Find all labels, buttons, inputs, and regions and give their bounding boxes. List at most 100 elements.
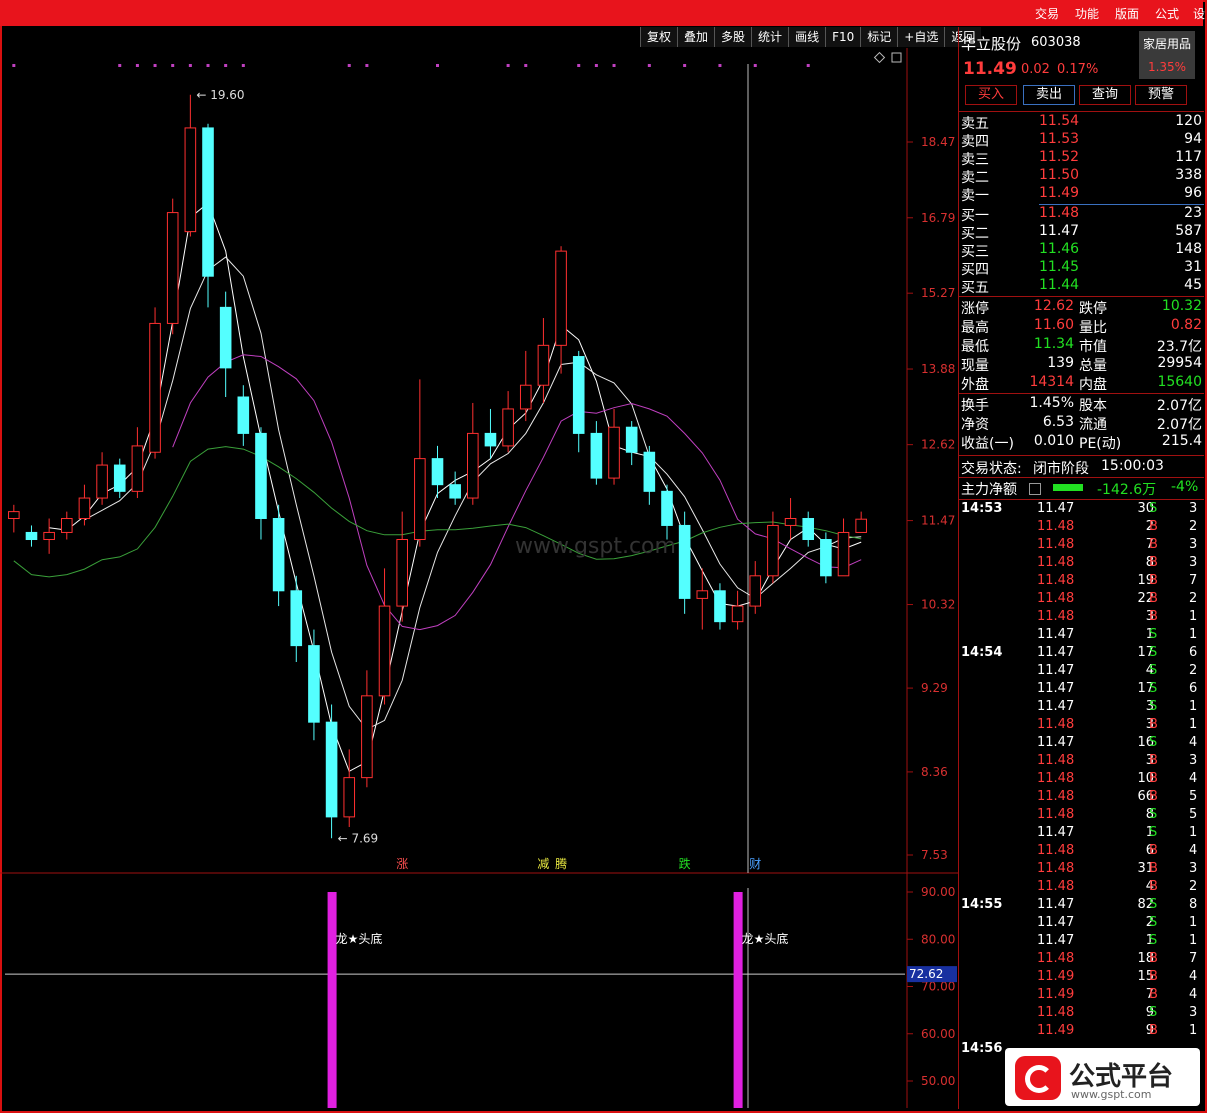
price-tick-label: 13.88: [921, 362, 955, 376]
stat-value: 15640: [1157, 374, 1202, 390]
ask-volume: 94: [1184, 131, 1202, 147]
sell-button[interactable]: 卖出: [1023, 85, 1075, 105]
menu-function[interactable]: 功能: [1075, 5, 1099, 22]
bid-label: 买一: [961, 208, 989, 224]
toolbar-stats-button[interactable]: 统计: [751, 27, 789, 47]
stat-label: 外盘: [961, 377, 989, 393]
panel-toggle-icon[interactable]: [891, 52, 902, 63]
kline-chart[interactable]: 18.47 16.79 15.27 13.88 12.62 11.47 10.32 9.29 8…: [0, 48, 958, 1108]
signal-dot: [206, 64, 210, 67]
tick-row: 14:54 11.47 17 S 6: [959, 645, 1204, 663]
candle: [625, 421, 638, 466]
toolbar-overlay-button[interactable]: 叠加: [677, 27, 715, 47]
diamond-icon[interactable]: [873, 51, 886, 64]
buy-button[interactable]: 买入: [965, 85, 1017, 105]
candle: [396, 511, 408, 622]
menu-layout[interactable]: 版面: [1115, 5, 1139, 22]
tick-price: 11.47: [1037, 915, 1075, 930]
tick-row: 11.47 4 S 2: [959, 663, 1204, 681]
tick-side: S: [1149, 897, 1158, 912]
ask-row[interactable]: 卖一 11.49 96: [961, 185, 1202, 204]
tick-row: 11.48 3 B 1: [959, 717, 1204, 735]
stat-value: 1.45%: [1029, 395, 1074, 411]
sector-name: 家居用品: [1142, 37, 1191, 51]
stat-value: 6.53: [1042, 414, 1074, 430]
candle: [449, 471, 461, 505]
tick-count: 4: [1189, 735, 1198, 750]
signal-dot: [365, 64, 369, 67]
alert-button[interactable]: 预警: [1135, 85, 1187, 105]
candle: [502, 391, 514, 453]
candle: [255, 427, 267, 540]
tick-price: 11.48: [1037, 717, 1075, 732]
stats-row: 现量 139 总量 29954: [961, 355, 1202, 374]
tick-side: B: [1149, 879, 1158, 894]
ask-row[interactable]: 卖二 11.50 338: [961, 167, 1202, 186]
bid-row[interactable]: 买四 11.45 31: [961, 259, 1202, 278]
tick-count: 1: [1189, 717, 1198, 732]
tick-count: 3: [1189, 753, 1198, 768]
tick-price: 11.48: [1037, 879, 1075, 894]
tick-row: 11.47 1 S 1: [959, 933, 1204, 951]
bid-label: 买二: [961, 226, 989, 242]
ask-row[interactable]: 卖四 11.53 94: [961, 131, 1202, 150]
menu-trade[interactable]: 交易: [1035, 5, 1059, 22]
bid-price: 11.44: [1039, 277, 1080, 293]
stat-value: 0.82: [1170, 317, 1202, 333]
toolbar-restore-rights-button[interactable]: 复权: [640, 27, 678, 47]
stats-divider: [959, 296, 1204, 297]
bid-volume: 587: [1175, 223, 1202, 239]
ask-label: 卖一: [961, 188, 989, 204]
tick-price: 11.48: [1037, 753, 1075, 768]
candle: [202, 123, 214, 308]
stat-label: PE(动): [1079, 436, 1122, 452]
tick-price: 11.49: [1037, 987, 1075, 1002]
tick-count: 4: [1189, 987, 1198, 1002]
tick-row: 11.47 1 S 1: [959, 825, 1204, 843]
tick-count: 7: [1189, 573, 1198, 588]
bid-row[interactable]: 买三 11.46 148: [961, 241, 1202, 260]
candle: [784, 498, 797, 540]
toolbar-add-watchlist-button[interactable]: +自选: [897, 27, 945, 47]
tick-side: S: [1149, 645, 1158, 660]
tick-side: B: [1149, 861, 1158, 876]
candle: [378, 568, 391, 705]
ask-row[interactable]: 卖五 11.54 120: [961, 113, 1202, 132]
toolbar-draw-button[interactable]: 画线: [788, 27, 826, 47]
candle: [855, 511, 867, 533]
bid-row[interactable]: 买五 11.44 45: [961, 277, 1202, 296]
tick-side: S: [1149, 663, 1158, 678]
indicator-tick-label: 90.00: [921, 885, 955, 899]
tick-price: 11.48: [1037, 807, 1075, 822]
ask-row[interactable]: 卖三 11.52 117: [961, 149, 1202, 168]
bid-volume: 148: [1175, 241, 1202, 257]
candle: [219, 291, 232, 397]
tick-count: 2: [1189, 519, 1198, 534]
toolbar-f10-button[interactable]: F10: [825, 27, 861, 47]
query-button[interactable]: 查询: [1079, 85, 1131, 105]
flow-settings-icon[interactable]: [1029, 483, 1041, 495]
menu-formula[interactable]: 公式: [1155, 5, 1179, 22]
stat-label: 现量: [961, 358, 989, 374]
menu-settings[interactable]: 设: [1193, 5, 1205, 22]
ask-label: 卖五: [961, 116, 989, 132]
tick-count: 8: [1189, 897, 1198, 912]
candle: [802, 511, 815, 547]
trade-status-label: 交易状态:: [961, 461, 1022, 477]
toolbar-mark-button[interactable]: 标记: [860, 27, 898, 47]
tick-price: 11.48: [1037, 555, 1075, 570]
stat-label: 最低: [961, 339, 989, 355]
tick-price: 11.48: [1037, 843, 1075, 858]
tick-side: B: [1149, 537, 1158, 552]
bid-row[interactable]: 买二 11.47 587: [961, 223, 1202, 242]
stat-label: 涨停: [961, 301, 989, 317]
tick-side: S: [1149, 1005, 1158, 1020]
event-label: 减: [537, 857, 549, 871]
stats-row: 最高 11.60 量比 0.82: [961, 317, 1202, 336]
bid-price: 11.46: [1039, 241, 1080, 257]
bid-row[interactable]: 买一 11.48 23: [961, 205, 1202, 224]
toolbar-multi-stock-button[interactable]: 多股: [714, 27, 752, 47]
tick-price: 11.47: [1037, 933, 1075, 948]
stat-value: 0.010: [1033, 433, 1074, 449]
bid-price: 11.47: [1039, 223, 1080, 239]
